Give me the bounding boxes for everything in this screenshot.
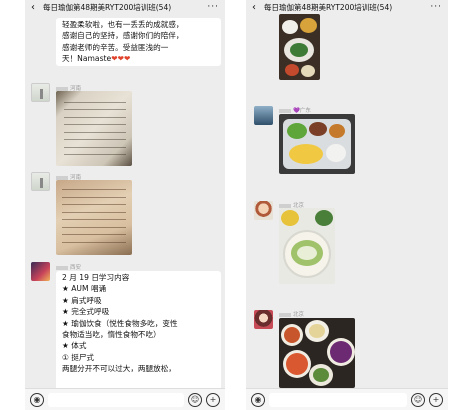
message-line: ★ 完全式呼吸 <box>62 307 110 317</box>
ellipsis-icon[interactable]: ··· <box>430 2 442 12</box>
plus-icon[interactable]: + <box>429 392 443 407</box>
message-line: 2 月 19 日学习内容 <box>62 273 130 282</box>
avatar[interactable] <box>254 310 273 329</box>
message-line: ★ 瑜伽饮食（悦性食物多吃，变性 <box>62 318 178 328</box>
message-line: 感谢自己的坚持，感谢你们的陪伴， <box>62 31 184 41</box>
soup-meal-photo[interactable] <box>279 208 335 284</box>
message-input[interactable] <box>269 392 407 407</box>
message-line: 两腿分开不可以过大，两腿放松， <box>62 364 176 374</box>
left-chat-screen: ‹ 每日瑜伽第48期美RYT200培训班(54) ··· 轻盈柔软啦，也有一丢丢… <box>25 0 225 410</box>
chat-header: ‹ 每日瑜伽第48期美RYT200培训班(54) ··· <box>246 0 448 14</box>
avatar[interactable] <box>254 106 273 125</box>
message-line: 天！Namaste❤❤❤ <box>62 54 131 64</box>
chevron-left-icon[interactable]: ‹ <box>31 2 41 13</box>
emoji-icon[interactable]: ☺ <box>188 392 202 407</box>
message-bubble: 轻盈柔软啦，也有一丢丢的成就感， 感谢自己的坚持，感谢你们的陪伴， 感谢老师的辛… <box>56 18 221 66</box>
avatar[interactable] <box>31 172 50 191</box>
avatar[interactable] <box>254 201 273 220</box>
message-line: 感谢老师的辛苦。受益匪浅的一 <box>62 42 169 52</box>
group-title: 每日瑜伽第48期美RYT200培训班(54) <box>264 2 393 12</box>
plus-icon[interactable]: + <box>206 392 220 407</box>
message-line: ★ 体式 <box>62 341 87 351</box>
voice-icon[interactable]: ◉ <box>30 392 44 407</box>
message-line: 食物适当吃，惰性食物不吃） <box>62 330 161 340</box>
handwritten-notes-photo[interactable] <box>56 91 132 166</box>
message-line: ★ 肩式呼吸 <box>62 295 102 305</box>
handwritten-notes-photo[interactable] <box>56 180 132 255</box>
sender-meta: 西安 <box>56 263 81 271</box>
input-toolbar: ◉ ☺ + <box>25 388 225 410</box>
ellipsis-icon[interactable]: ··· <box>207 2 219 12</box>
input-toolbar: ◉ ☺ + <box>246 388 448 410</box>
avatar[interactable] <box>31 83 50 102</box>
voice-icon[interactable]: ◉ <box>251 392 265 407</box>
group-title: 每日瑜伽第48期美RYT200培训班(54) <box>43 2 172 12</box>
meal-photo[interactable] <box>279 14 320 80</box>
vegetable-dishes-photo[interactable] <box>279 318 355 388</box>
chevron-left-icon[interactable]: ‹ <box>252 2 262 13</box>
message-line: ① 挺尸式 <box>62 352 95 362</box>
emoji-icon[interactable]: ☺ <box>411 392 425 407</box>
sender-meta: 北京 <box>279 310 304 318</box>
chat-header: ‹ 每日瑜伽第48期美RYT200培训班(54) ··· <box>25 0 225 14</box>
meal-tray-photo[interactable] <box>279 114 355 174</box>
message-input[interactable] <box>48 392 184 407</box>
message-line: 轻盈柔软啦，也有一丢丢的成就感， <box>62 20 184 29</box>
avatar[interactable] <box>31 262 50 281</box>
message-line: ★ AUM 唱诵 <box>62 284 107 294</box>
sender-meta: 💜广东 <box>279 106 311 114</box>
right-chat-screen: ‹ 每日瑜伽第48期美RYT200培训班(54) ··· 💜广东 北京 北京 ◉… <box>246 0 448 410</box>
